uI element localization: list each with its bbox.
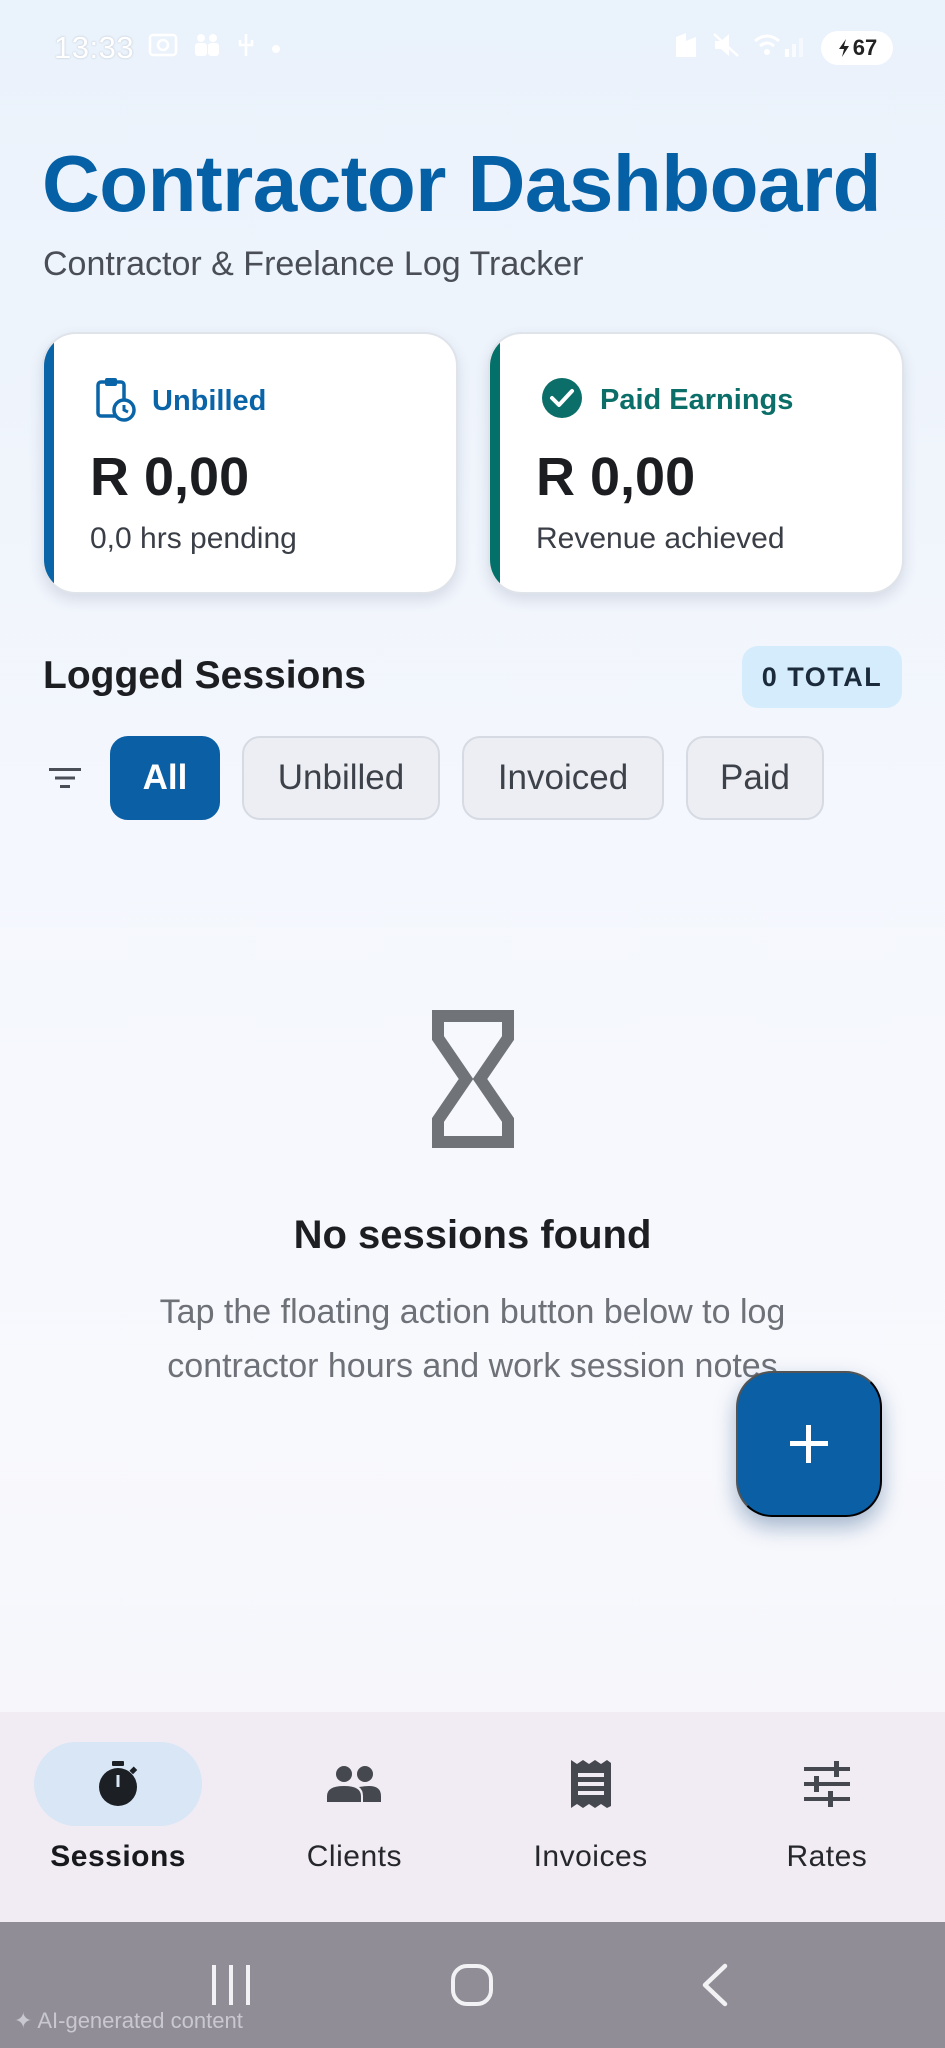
- nav-label-rates: Rates: [786, 1840, 868, 1873]
- page-subtitle: Contractor & Freelance Log Tracker: [43, 245, 584, 283]
- people-icon: [327, 1766, 382, 1802]
- nfc-icon: [673, 31, 699, 66]
- paid-earnings-amount: R 0,00: [536, 447, 696, 507]
- battery-level: 67: [852, 35, 878, 60]
- clipboard-clock-icon: [94, 376, 136, 427]
- back-icon: [702, 1963, 728, 2007]
- filter-chip-all[interactable]: All: [110, 736, 220, 820]
- unbilled-card-header: Unbilled: [94, 376, 266, 427]
- empty-state-title: No sessions found: [293, 1213, 652, 1257]
- filter-icon[interactable]: [42, 736, 88, 820]
- nav-item-clients[interactable]: Clients: [236, 1712, 472, 1922]
- total-count-badge: 0 TOTAL: [742, 646, 902, 708]
- filter-chip-unbilled[interactable]: Unbilled: [242, 736, 440, 820]
- unbilled-card[interactable]: Unbilled R 0,00 0,0 hrs pending: [42, 332, 458, 594]
- unbilled-hours-pending: 0,0 hrs pending: [90, 522, 297, 555]
- paid-earnings-card[interactable]: Paid Earnings R 0,00 Revenue achieved: [488, 332, 904, 594]
- nav-label-invoices: Invoices: [533, 1840, 648, 1873]
- nav-label-sessions: Sessions: [50, 1840, 186, 1873]
- bottom-navigation: Sessions Clients Invoices Rates: [0, 1712, 945, 1922]
- unbilled-amount: R 0,00: [90, 447, 250, 507]
- sparkle-icon: ✦: [14, 2008, 33, 2033]
- unbilled-card-label: Unbilled: [152, 385, 267, 417]
- people-status-icon: [192, 32, 222, 65]
- stopwatch-icon: [99, 1761, 138, 1806]
- back-button[interactable]: [674, 1945, 754, 2025]
- wifi-signal-icon: [753, 31, 809, 66]
- nav-pill-invoices: [507, 1742, 675, 1826]
- home-button[interactable]: [432, 1945, 512, 2025]
- sliders-icon: [803, 1761, 850, 1807]
- ai-generated-note-text: AI-generated content: [37, 2008, 243, 2033]
- filter-chip-invoiced[interactable]: Invoiced: [462, 736, 664, 820]
- check-circle-icon: [540, 376, 584, 425]
- add-session-fab[interactable]: [736, 1371, 882, 1517]
- nav-item-sessions[interactable]: Sessions: [0, 1712, 236, 1922]
- session-filter-row: All Unbilled Invoiced Paid: [42, 736, 824, 820]
- page-title: Contractor Dashboard: [42, 139, 881, 228]
- status-right: 67: [673, 31, 893, 66]
- nav-pill-clients: [270, 1742, 438, 1826]
- nav-label-clients: Clients: [306, 1840, 402, 1873]
- ai-generated-note: ✦ AI-generated content: [14, 2008, 243, 2034]
- bolt-icon: [838, 39, 849, 57]
- empty-state-text: Tap the floating action button below to …: [159, 1293, 786, 1385]
- revenue-achieved-text: Revenue achieved: [536, 522, 785, 555]
- paid-earnings-card-label: Paid Earnings: [600, 384, 794, 416]
- nav-item-invoices[interactable]: Invoices: [473, 1712, 709, 1922]
- recent-apps-icon: [211, 1965, 250, 2005]
- paid-earnings-card-header: Paid Earnings: [540, 376, 793, 425]
- filter-chip-paid[interactable]: Paid: [686, 736, 824, 820]
- status-left: 13:33: [54, 30, 282, 66]
- nav-active-indicator: [34, 1742, 203, 1826]
- hourglass-icon: [430, 1008, 516, 1150]
- receipt-icon: [570, 1760, 611, 1808]
- mute-icon: [711, 31, 741, 66]
- logged-sessions-heading: Logged Sessions: [43, 654, 366, 697]
- home-icon: [451, 1964, 494, 2006]
- plus-icon: [790, 1425, 828, 1463]
- status-time: 13:33: [54, 30, 135, 65]
- status-bar: 13:33 67: [0, 0, 945, 96]
- usb-icon: [236, 32, 256, 65]
- dot-icon: [270, 34, 282, 62]
- battery-indicator: 67: [821, 31, 893, 65]
- screenshot-icon: [148, 32, 178, 65]
- nav-pill-rates: [743, 1742, 911, 1826]
- nav-item-rates[interactable]: Rates: [709, 1712, 945, 1922]
